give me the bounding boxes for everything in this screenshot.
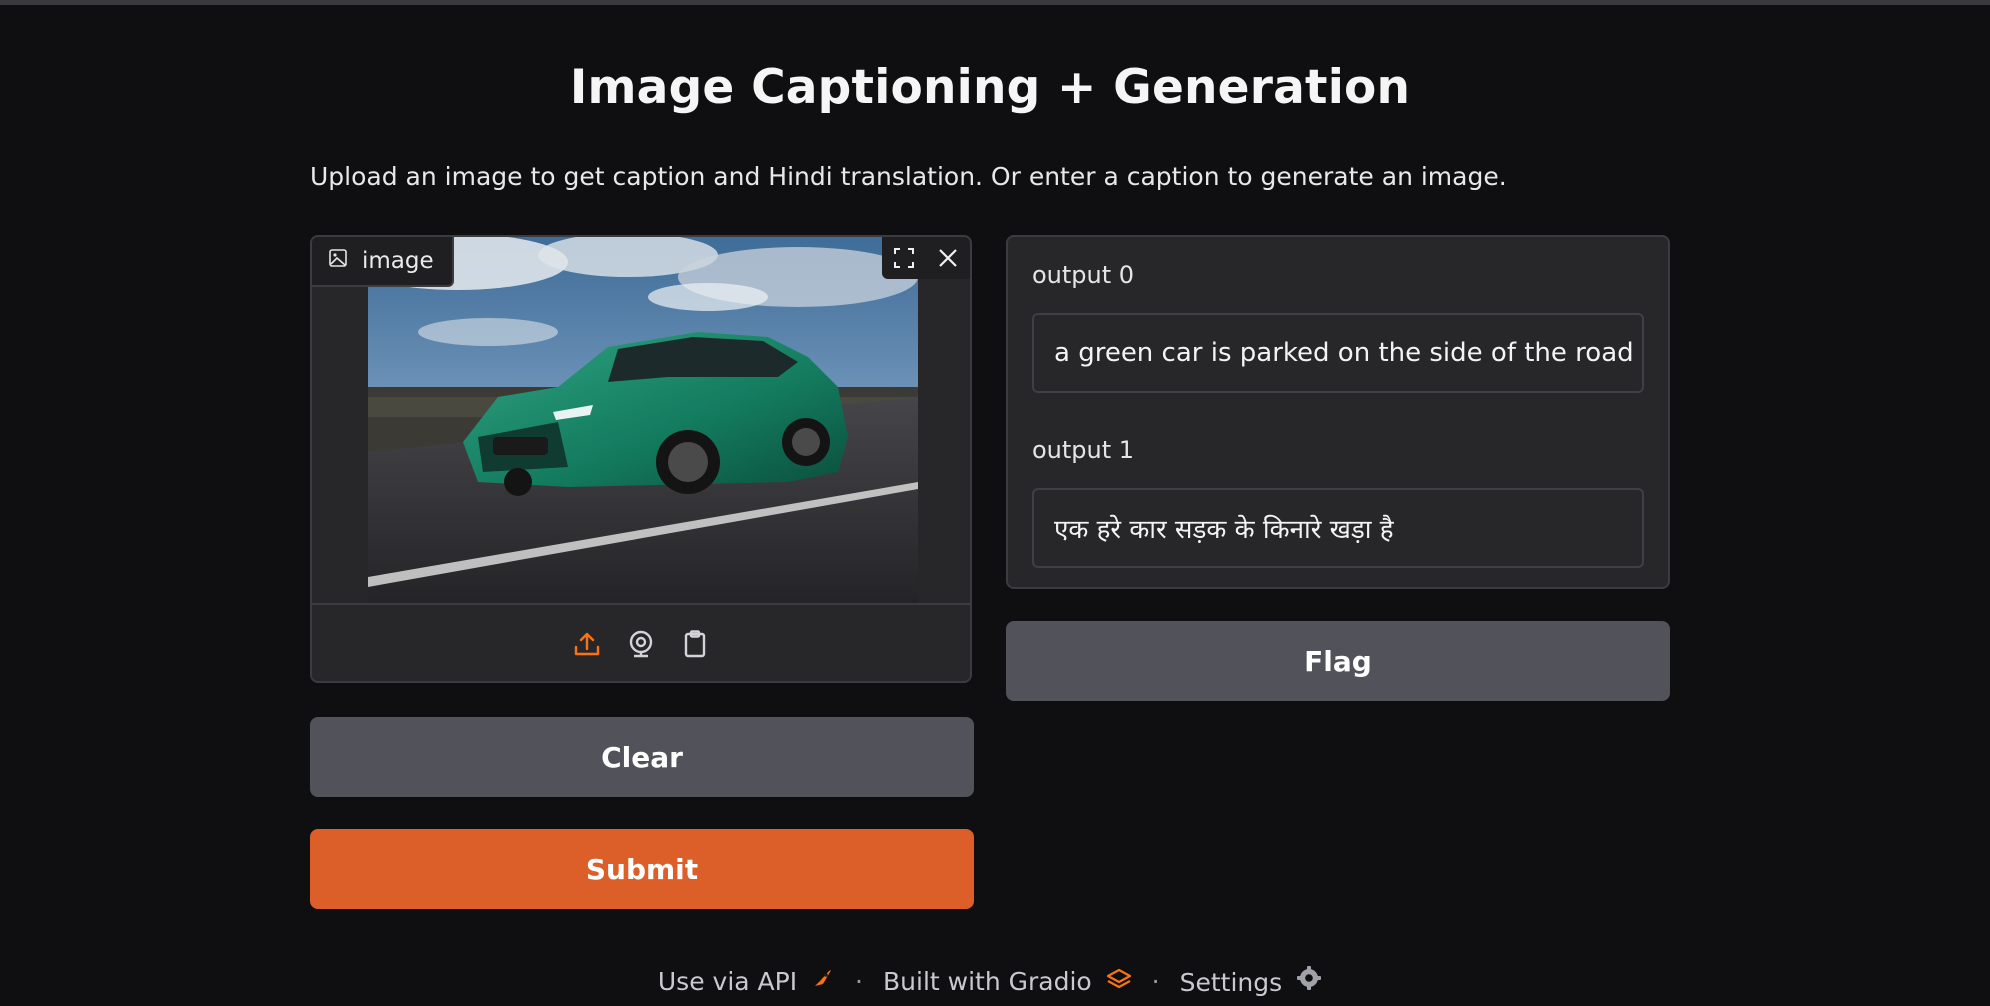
uploaded-car-image <box>368 237 918 603</box>
webcam-icon[interactable] <box>623 626 659 662</box>
output-0-textbox[interactable]: a green car is parked on the side of the… <box>1032 313 1644 393</box>
output-1-textbox[interactable]: एक हरे कार सड़क के किनारे खड़ा है <box>1032 488 1644 568</box>
settings-link[interactable]: Settings <box>1180 965 1323 997</box>
built-with-gradio-link[interactable]: Built with Gradio <box>883 967 1132 996</box>
image-input-label: image <box>312 237 454 287</box>
close-icon[interactable] <box>926 237 970 279</box>
output-1-label: output 1 <box>1032 436 1135 464</box>
image-label-text: image <box>362 248 434 274</box>
built-with-gradio-text: Built with Gradio <box>883 966 1092 996</box>
use-via-api-text: Use via API <box>657 967 798 996</box>
image-input-panel[interactable]: image <box>310 235 972 683</box>
submit-button[interactable]: Submit <box>310 829 974 909</box>
clear-button[interactable]: Clear <box>310 717 974 797</box>
clipboard-icon[interactable] <box>677 626 713 662</box>
outputs-panel: output 0 a green car is parked on the si… <box>1006 235 1670 589</box>
use-via-api-link[interactable]: Use via API <box>658 966 835 996</box>
image-toolbar <box>882 237 970 279</box>
fullscreen-icon[interactable] <box>882 237 926 279</box>
flag-button[interactable]: Flag <box>1006 621 1670 701</box>
settings-text: Settings <box>1179 968 1283 997</box>
page-description: Upload an image to get caption and Hindi… <box>310 162 1507 191</box>
page-title: Image Captioning + Generation <box>569 60 1411 115</box>
footer-separator: · <box>1151 966 1160 996</box>
gear-icon <box>1296 965 1322 991</box>
page-footer: Use via API · Built with Gradio · Settin… <box>0 965 1980 997</box>
upload-icon[interactable] <box>569 626 605 662</box>
output-0-label: output 0 <box>1032 261 1135 289</box>
gradio-logo-icon <box>1106 968 1132 990</box>
image-source-bar <box>312 603 970 681</box>
top-divider <box>0 0 1990 5</box>
footer-separator: · <box>855 966 863 996</box>
image-icon <box>328 248 348 274</box>
rocket-icon <box>811 966 835 990</box>
